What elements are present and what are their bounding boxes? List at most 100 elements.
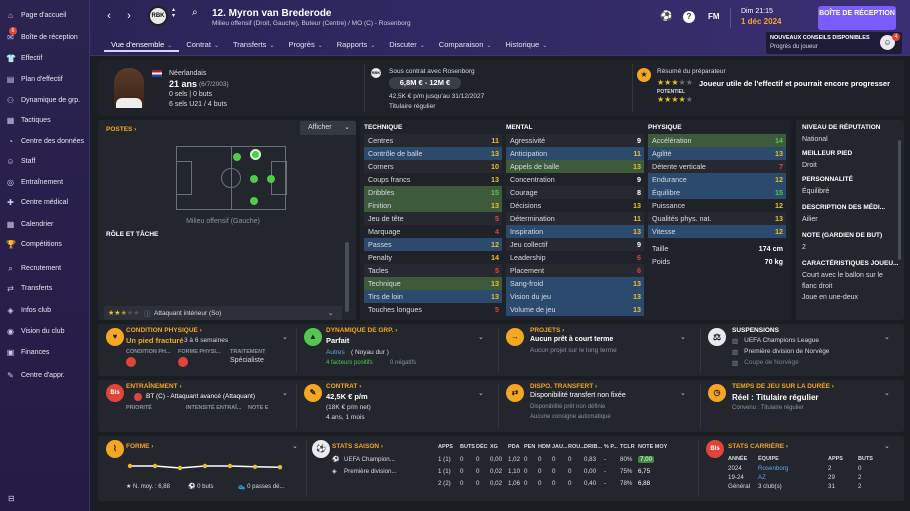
player-cycle-arrows[interactable]: ▴ ▾ [172, 7, 175, 19]
sidebar-item-8[interactable]: ◎ Entraînement [6, 175, 63, 189]
ball-icon[interactable]: ⚽ [660, 11, 674, 25]
sidebar-item-7[interactable]: ☺ Staff [6, 154, 35, 168]
career-header[interactable]: BUTS [858, 456, 873, 462]
dynamics-title[interactable]: DYNAMIQUE DE GRP. › [326, 327, 397, 334]
sidebar-item-3[interactable]: ▤ Plan d'effectif [6, 72, 63, 86]
sidebar-item-12[interactable]: ⌕ Recrutement [6, 261, 61, 275]
attribute-row[interactable]: Dribbles 15 [364, 186, 502, 199]
sidebar-item-0[interactable]: ⌂ Page d'accueil [6, 8, 66, 22]
help-icon[interactable]: ? [683, 11, 695, 23]
career-header[interactable]: APPS [828, 456, 843, 462]
form-point[interactable] [227, 463, 233, 469]
sidebar-item-16[interactable]: ▣ Finances [6, 345, 50, 359]
news-popup[interactable]: NOUVEAUX CONSEILS DISPONIBLES Progrès du… [766, 32, 902, 54]
sidebar-item-17[interactable]: ✎ Centre d'appr. [6, 368, 65, 382]
season-header[interactable]: DRIB... [584, 444, 602, 450]
expand-chevron-icon[interactable]: ⌄ [478, 389, 484, 397]
attribute-row[interactable]: Marquage 4 [364, 225, 502, 238]
attribute-row[interactable]: Contrôle de balle 13 [364, 147, 502, 160]
tab-0[interactable]: Vue d'ensemble ⌄ [104, 38, 180, 52]
attribute-row[interactable]: Courage 8 [506, 186, 644, 199]
season-header[interactable]: JAU... [552, 444, 568, 450]
tab-6[interactable]: Comparaison ⌄ [432, 38, 499, 52]
club-badge-icon[interactable]: RBK [148, 6, 168, 26]
dynamics-group[interactable]: Autres [326, 349, 345, 356]
role-scrollbar[interactable] [345, 242, 349, 312]
season-header[interactable]: XG [490, 444, 498, 450]
projects-title[interactable]: PROJETS › [530, 327, 564, 334]
sidebar-item-10[interactable]: ▦ Calendrier [6, 217, 54, 231]
attribute-row[interactable]: Coups francs 13 [364, 173, 502, 186]
positions-title[interactable]: POSTES › [106, 126, 136, 133]
playtime-title[interactable]: TEMPS DE JEU SUR LA DURÉE › [732, 383, 834, 390]
attribute-row[interactable]: Leadership 6 [506, 251, 644, 264]
season-header[interactable]: PEN [524, 444, 535, 450]
attribute-row[interactable]: Penalty 14 [364, 251, 502, 264]
side-info-scrollbar[interactable] [898, 140, 901, 260]
expand-chevron-icon[interactable]: ⌄ [292, 442, 298, 450]
attribute-row[interactable]: Placement 6 [506, 264, 644, 277]
attribute-row[interactable]: Finition 13 [364, 199, 502, 212]
show-dropdown[interactable]: Afficher ⌄ [300, 121, 356, 135]
attribute-row[interactable]: Jeu de tête 5 [364, 212, 502, 225]
attribute-row[interactable]: Vitesse 12 [648, 225, 786, 238]
tab-2[interactable]: Transferts ⌄ [226, 38, 282, 52]
attribute-row[interactable]: Corners 10 [364, 160, 502, 173]
fm-menu-button[interactable]: FM [708, 12, 720, 21]
expand-chevron-icon[interactable]: ⌄ [282, 333, 288, 341]
sidebar-item-9[interactable]: ✚ Centre médical [6, 195, 68, 209]
expand-chevron-icon[interactable]: ⌄ [884, 442, 890, 450]
sidebar-item-1[interactable]: ✉ 6 Boîte de réception [6, 27, 78, 44]
attribute-row[interactable]: Jeu collectif 9 [506, 238, 644, 251]
attribute-row[interactable]: Inspiration 13 [506, 225, 644, 238]
attribute-row[interactable]: Tirs de loin 13 [364, 290, 502, 303]
season-header[interactable]: % P... [604, 444, 618, 450]
attribute-row[interactable]: Concentration 9 [506, 173, 644, 186]
season-header[interactable]: PDA [508, 444, 520, 450]
tab-4[interactable]: Rapports ⌄ [330, 38, 382, 52]
attribute-row[interactable]: Passes 12 [364, 238, 502, 251]
career-header[interactable]: ÉQUIPE [758, 456, 779, 462]
transfer-title[interactable]: DISPO. TRANSFERT › [530, 383, 597, 390]
tab-7[interactable]: Historique ⌄ [498, 38, 554, 52]
contract-title[interactable]: CONTRAT › [326, 383, 361, 390]
expand-chevron-icon[interactable]: ⌄ [478, 333, 484, 341]
value-pill[interactable]: 6,8M € - 12M € [389, 77, 461, 89]
attribute-row[interactable]: Sang-froid 13 [506, 277, 644, 290]
attribute-row[interactable]: Appels de balle 13 [506, 160, 644, 173]
expand-chevron-icon[interactable]: ⌄ [282, 389, 288, 397]
form-point[interactable] [202, 463, 208, 469]
attribute-row[interactable]: Équilibre 15 [648, 186, 786, 199]
form-point[interactable] [152, 463, 158, 469]
season-header[interactable]: APPS [438, 444, 453, 450]
attribute-row[interactable]: Qualités phys. nat. 13 [648, 212, 786, 225]
chevron-down-icon[interactable]: ⌄ [328, 309, 342, 317]
role-row[interactable]: ★★★★★ ⓘ Attaquant intérieur (So) ⌄ [104, 306, 342, 320]
attribute-row[interactable]: Agilité 13 [648, 147, 786, 160]
season-header[interactable]: HDM [538, 444, 551, 450]
season-header[interactable]: ROU... [568, 444, 585, 450]
attribute-row[interactable]: Technique 13 [364, 277, 502, 290]
attribute-row[interactable]: Tacles 5 [364, 264, 502, 277]
search-icon[interactable]: ⌕ [192, 7, 208, 23]
attribute-row[interactable]: Accélération 14 [648, 134, 786, 147]
form-point[interactable] [252, 464, 258, 469]
condition-title[interactable]: CONDITION PHYSIQUE › [126, 327, 202, 334]
attribute-row[interactable]: Détermination 11 [506, 212, 644, 225]
attribute-row[interactable]: Puissance 12 [648, 199, 786, 212]
expand-chevron-icon[interactable]: ⌄ [884, 333, 890, 341]
continue-button[interactable]: BOÎTE DE RÉCEPTION [818, 6, 896, 30]
sidebar-item-2[interactable]: 👕 Effectif [6, 51, 42, 65]
season-header[interactable]: BUTS [460, 444, 475, 450]
sidebar-item-14[interactable]: ◈ Infos club [6, 303, 51, 317]
attribute-row[interactable]: Agressivité 9 [506, 134, 644, 147]
form-point[interactable] [277, 465, 283, 470]
competition-name[interactable]: Première division... [344, 468, 434, 475]
attribute-row[interactable]: Détente verticale 7 [648, 160, 786, 173]
expand-chevron-icon[interactable]: ⌄ [680, 333, 686, 341]
season-stats-title[interactable]: STATS SAISON › [332, 443, 383, 450]
attribute-row[interactable]: Endurance 12 [648, 173, 786, 186]
form-point[interactable] [177, 465, 183, 471]
competition-name[interactable]: UEFA Champion... [344, 456, 434, 463]
sidebar-item-6[interactable]: ◔ Centre des données [6, 134, 84, 148]
